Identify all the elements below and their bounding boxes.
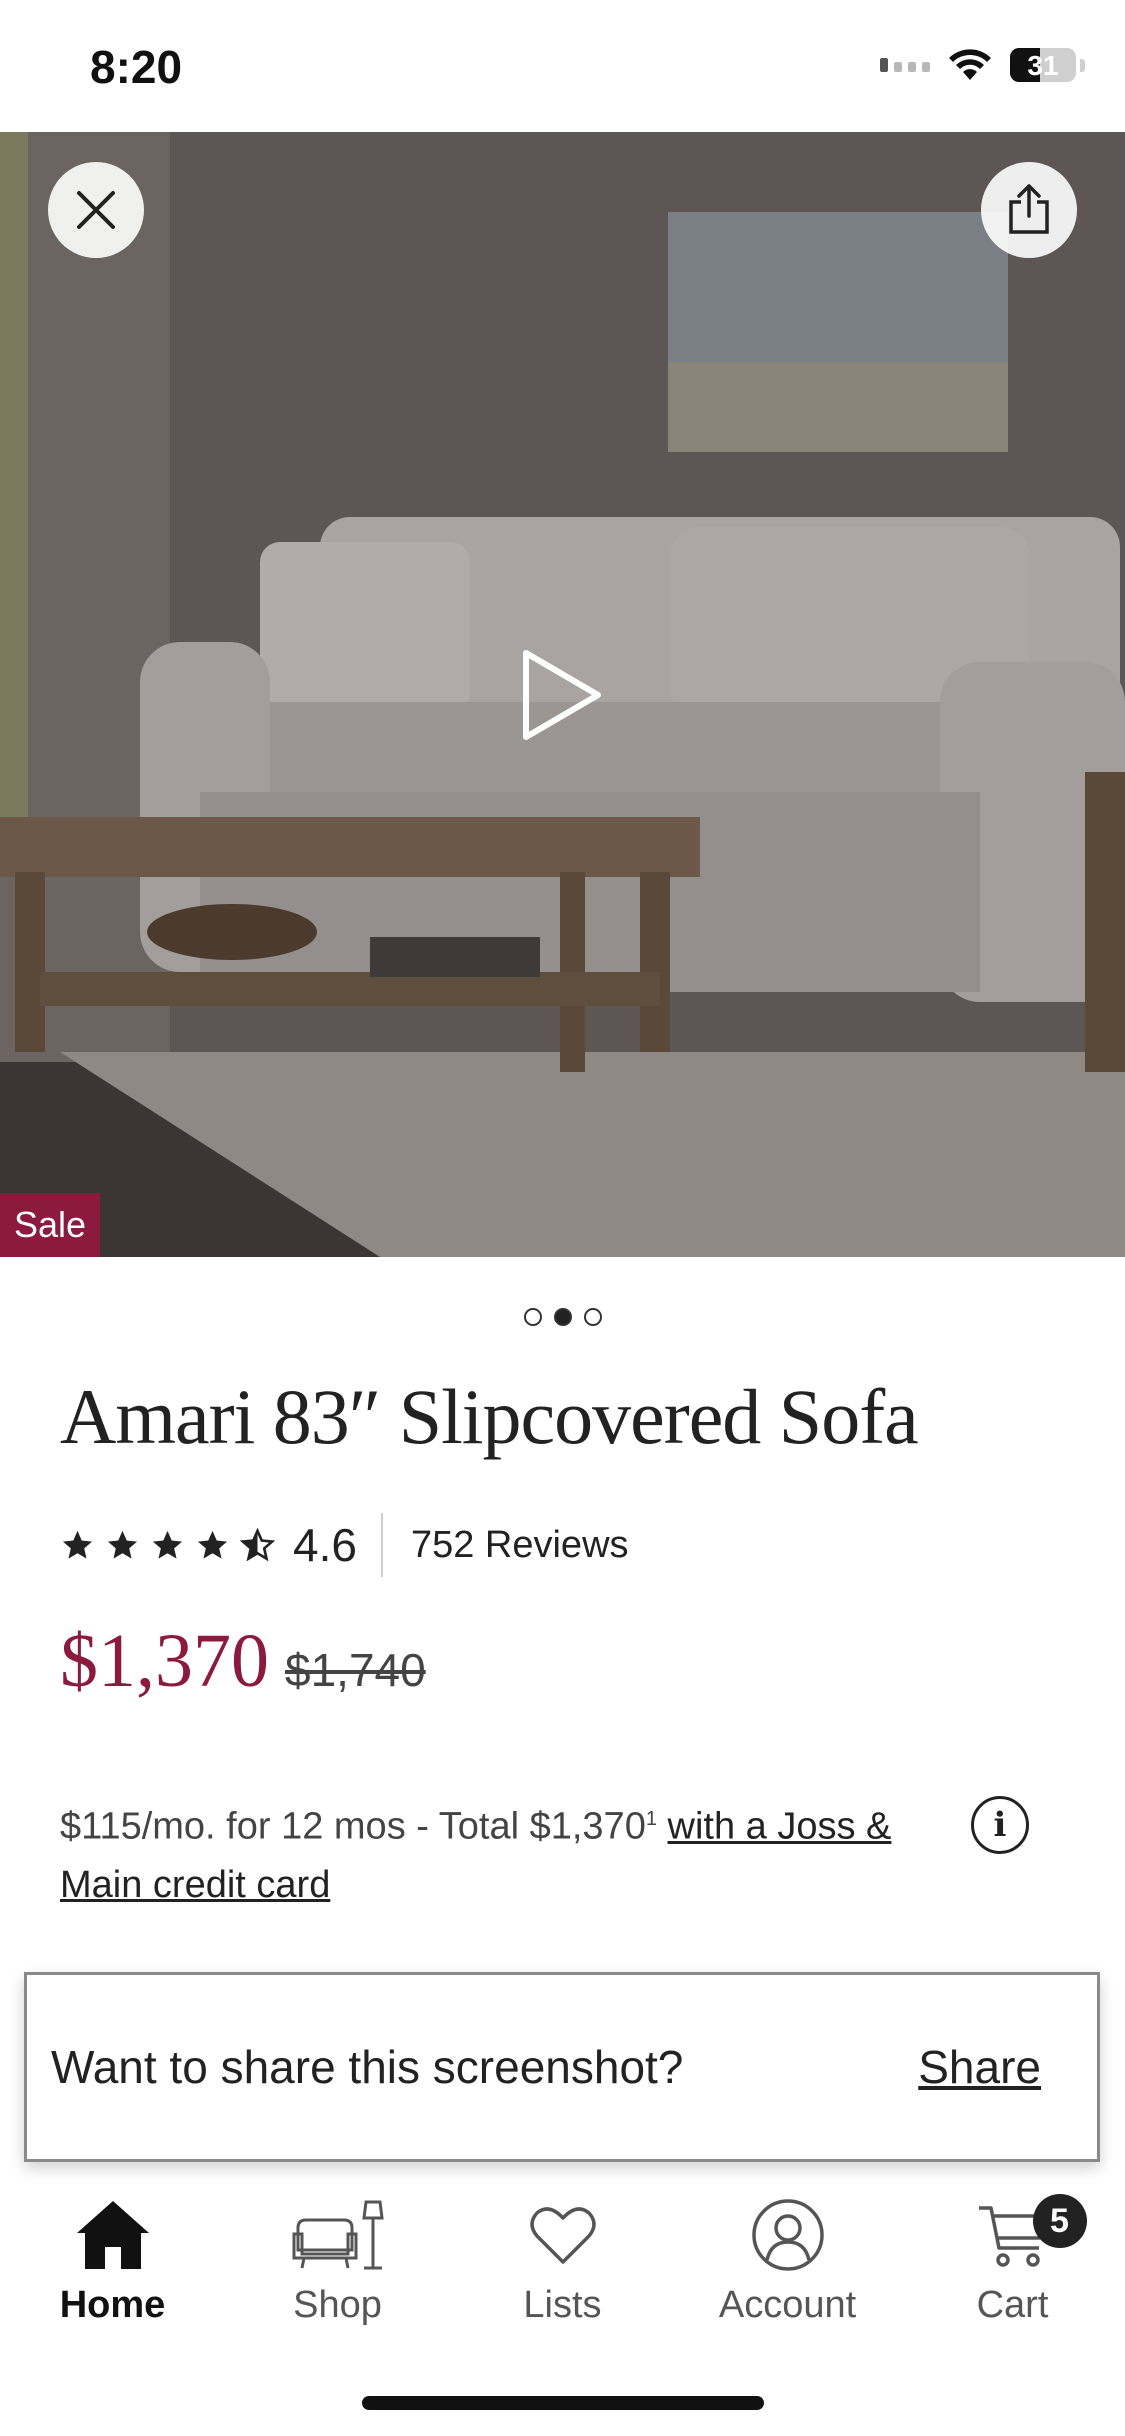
tab-label: Home <box>59 2284 166 2326</box>
shop-icon <box>292 2200 384 2270</box>
tab-label: Cart <box>976 2284 1049 2326</box>
close-button[interactable] <box>48 162 144 258</box>
tab-bar: Home Shop Lists Account Cart 5 <box>0 2190 1125 2350</box>
home-icon <box>76 2201 149 2269</box>
status-bar: 8:20 31 <box>0 0 1125 132</box>
tab-cart[interactable]: Cart 5 <box>913 2190 1113 2350</box>
tab-account[interactable]: Account <box>688 2190 888 2350</box>
tab-label: Shop <box>293 2284 382 2326</box>
star-icon <box>62 1530 93 1559</box>
home-indicator[interactable] <box>362 2396 764 2410</box>
tab-lists[interactable]: Lists <box>463 2190 663 2350</box>
wifi-icon <box>949 49 991 80</box>
carousel-dot[interactable] <box>523 1308 542 1326</box>
product-media[interactable]: Sale <box>0 132 1125 1257</box>
original-price: $1,740 <box>285 1644 426 1696</box>
rating-row[interactable]: 4.6 752 Reviews <box>60 1510 629 1580</box>
battery-icon: 31 <box>1010 48 1076 82</box>
star-rating <box>60 1527 275 1563</box>
sale-price: $1,370 <box>60 1619 269 1703</box>
status-icons: 31 <box>880 48 1085 82</box>
tab-shop[interactable]: Shop <box>238 2190 438 2350</box>
info-icon[interactable]: i <box>971 1796 1029 1854</box>
financing-offer: $115/mo. for 12 mos - Total $1,3701 with… <box>60 1790 960 1914</box>
rating-value: 4.6 <box>293 1519 357 1571</box>
sale-badge: Sale <box>0 1193 101 1257</box>
star-icon <box>107 1530 138 1559</box>
financing-footnote: 1 <box>645 1808 657 1830</box>
tab-home[interactable]: Home <box>13 2190 213 2350</box>
share-icon <box>1009 184 1049 234</box>
play-button[interactable] <box>520 647 604 743</box>
share-button[interactable] <box>981 162 1077 258</box>
status-time: 8:20 <box>90 41 183 93</box>
review-count-link[interactable]: 752 Reviews <box>411 1524 629 1567</box>
carousel-pagination[interactable] <box>0 1308 1125 1326</box>
price-row: $1,370 $1,740 <box>60 1618 426 1705</box>
product-title: Amari 83″ Slipcovered Sofa <box>60 1373 919 1460</box>
share-link[interactable]: Share <box>918 2040 1041 2094</box>
signal-icon <box>880 58 930 72</box>
heart-icon <box>529 2207 596 2264</box>
rating-divider <box>380 1513 383 1577</box>
star-icon <box>197 1530 228 1559</box>
carousel-dot-active[interactable] <box>553 1308 572 1326</box>
share-prompt: Want to share this screenshot? <box>51 2041 684 2093</box>
screenshot-share-banner: Want to share this screenshot? Share <box>24 1972 1100 2162</box>
star-icon <box>152 1530 183 1559</box>
cart-count-badge: 5 <box>1032 2194 1087 2248</box>
close-icon <box>77 191 115 229</box>
account-icon <box>751 2199 824 2271</box>
financing-text: $115/mo. for 12 mos - Total $1,370 <box>60 1805 646 1848</box>
battery-level: 31 <box>1027 50 1059 81</box>
tab-label: Account <box>718 2284 857 2326</box>
tab-label: Lists <box>523 2284 602 2326</box>
star-half-icon <box>240 1527 275 1561</box>
carousel-dot[interactable] <box>583 1308 602 1326</box>
